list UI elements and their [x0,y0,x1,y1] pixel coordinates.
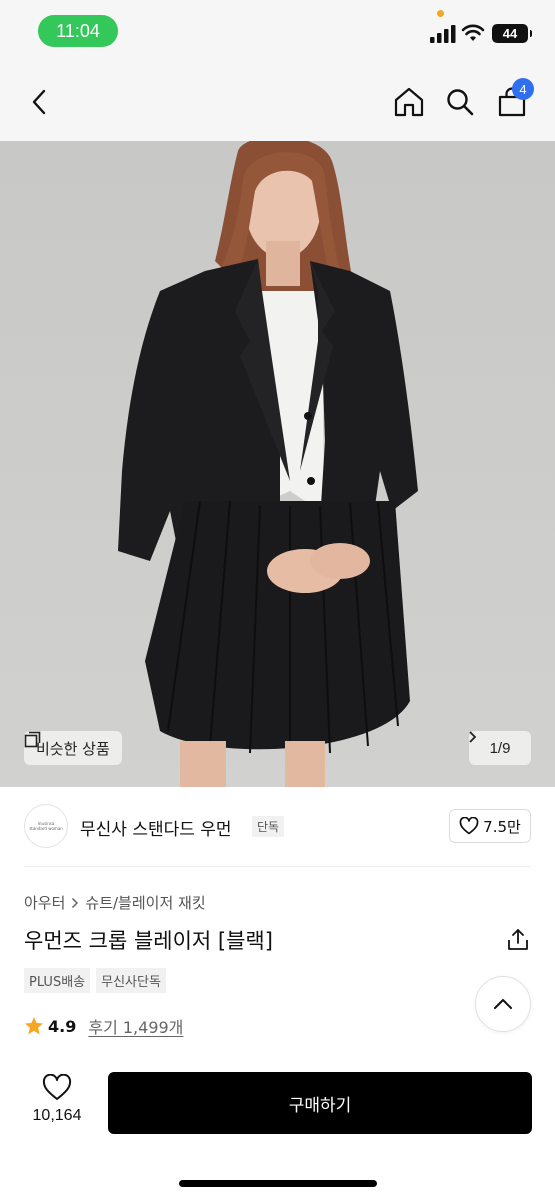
product-tags: PLUS배송 무신사단독 [24,968,166,993]
product-image-carousel[interactable]: 비슷한 상품 1/9 [0,141,555,787]
search-icon [447,89,474,116]
brand-row[interactable]: musinsa standard woman 무신사 스탠다드 우먼 단독 7.… [0,787,555,867]
rating-score: 4.9 [48,1016,77,1036]
review-count-link[interactable]: 후기 1,499개 [88,1014,183,1038]
cart-button[interactable]: 4 [492,78,534,122]
wishlist-button[interactable]: 10,164 [26,1074,88,1125]
product-tag: PLUS배송 [24,968,91,993]
image-pager[interactable]: 1/9 [469,731,531,765]
chevron-up-icon [494,999,512,1009]
share-button[interactable] [505,927,531,953]
brand-name[interactable]: 무신사 스탠다드 우먼 [80,815,232,840]
brand-logo[interactable]: musinsa standard woman [24,804,68,848]
product-title: 우먼즈 크롭 블레이저 [블랙] [24,929,273,953]
top-nav-bar: 4 [0,62,555,141]
divider [24,866,531,867]
brand-like-button[interactable]: 7.5만 [449,809,531,843]
back-button[interactable] [20,82,60,122]
search-button[interactable] [440,82,480,122]
home-icon [394,87,424,117]
product-tag: 무신사단독 [96,968,166,993]
breadcrumb: 아우터 슈트/블레이저 재킷 [24,892,206,913]
back-chevron-icon [32,89,46,115]
chevron-right-icon [72,897,79,908]
chevron-right-icon [469,731,477,743]
product-rating[interactable]: 4.9 후기 1,499개 [24,1014,183,1038]
wishlist-count: 10,164 [32,1107,82,1124]
bottom-purchase-bar: 10,164 구매하기 [0,1060,555,1200]
similar-products-button[interactable]: 비슷한 상품 [24,731,122,765]
similar-products-label: 비슷한 상품 [36,739,110,758]
status-time: 11:04 [38,15,118,47]
cart-count-badge: 4 [512,78,534,100]
share-icon [508,929,528,950]
heart-icon [459,817,479,835]
heart-icon [42,1074,72,1100]
breadcrumb-item[interactable]: 슈트/블레이저 재킷 [85,892,205,913]
status-bar: 11:04 44 [0,0,555,62]
signal-icon [430,25,456,43]
battery-indicator: 44 [492,24,532,43]
scroll-to-top-button[interactable] [475,976,531,1032]
brand-exclusive-tag: 단독 [252,816,285,837]
image-pager-text: 1/9 [489,739,511,757]
wifi-icon [461,24,485,41]
privacy-indicator-dot [437,10,444,17]
home-button[interactable] [389,82,429,122]
copy-icon [24,731,41,748]
star-icon [25,1017,43,1035]
breadcrumb-item[interactable]: 아우터 [24,892,65,913]
brand-like-count: 7.5만 [483,817,521,836]
buy-button[interactable]: 구매하기 [108,1072,532,1134]
home-indicator [179,1180,377,1187]
product-photo [118,141,418,787]
